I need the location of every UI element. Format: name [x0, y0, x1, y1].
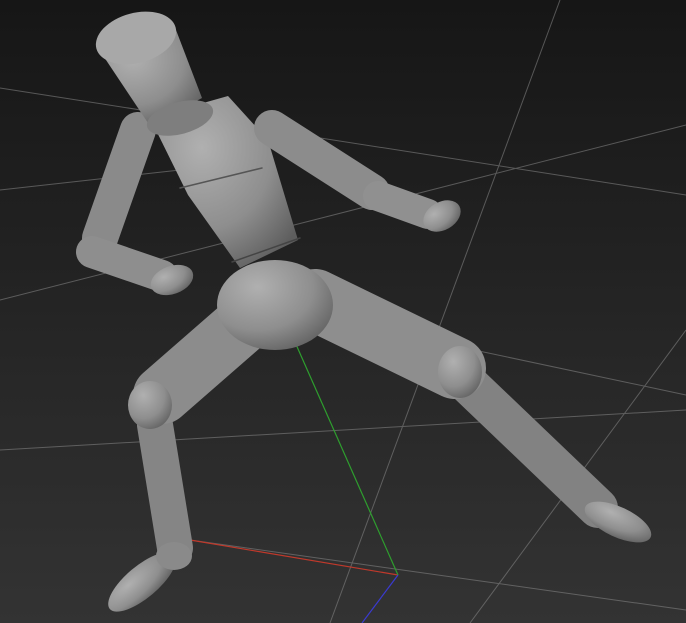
left-knee	[128, 381, 172, 429]
left-shin	[137, 407, 193, 566]
left-ankle	[156, 542, 192, 570]
right-knee	[438, 346, 482, 398]
3d-viewport[interactable]	[0, 0, 686, 623]
pelvis	[217, 260, 333, 350]
left-forearm	[76, 236, 178, 292]
viewport-canvas[interactable]	[0, 0, 686, 623]
right-forearm	[363, 181, 443, 229]
